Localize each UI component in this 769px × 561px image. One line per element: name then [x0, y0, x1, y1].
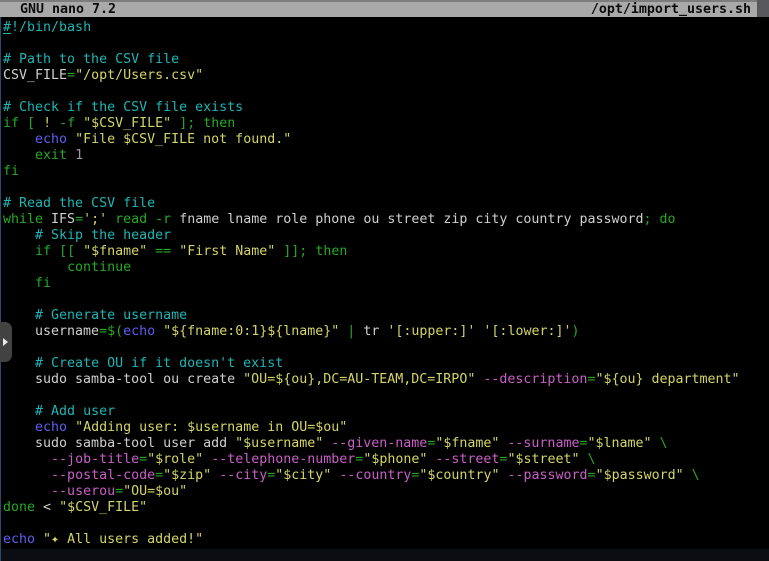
code-line — [3, 516, 757, 532]
code-line: # Add user — [3, 404, 757, 420]
code-line — [3, 180, 757, 196]
code-line: # Generate username — [3, 308, 757, 324]
code-line: echo "Adding user: $username in OU=$ou" — [3, 420, 757, 436]
code-line: # Read the CSV file — [3, 196, 757, 212]
bottom-strip — [0, 549, 769, 561]
code-line: # Path to the CSV file — [3, 52, 757, 68]
nano-titlebar: GNU nano 7.2 /opt/import_users.sh — [0, 0, 757, 17]
code-line: done < "$CSV_FILE" — [3, 500, 757, 516]
code-line: # Skip the header — [3, 228, 757, 244]
code-line: echo "File $CSV_FILE not found." — [3, 132, 757, 148]
code-line: sudo samba-tool user add "$username" --g… — [3, 436, 757, 452]
code-line — [3, 84, 757, 100]
code-line: exit 1 — [3, 148, 757, 164]
titlebar-corner — [757, 0, 769, 17]
code-line: username=$(echo "${fname:0:1}${lname}" |… — [3, 324, 757, 340]
app-title: GNU nano 7.2 — [0, 2, 116, 17]
code-line: fi — [3, 164, 757, 180]
code-line: --postal-code="$zip" --city="$city" --co… — [3, 468, 757, 484]
chevron-right-icon — [3, 338, 8, 346]
code-line: # Create OU if it doesn't exist — [3, 356, 757, 372]
code-line: while IFS=';' read -r fname lname role p… — [3, 212, 757, 228]
code-line — [3, 292, 757, 308]
code-line: continue — [3, 260, 757, 276]
code-line: CSV_FILE="/opt/Users.csv" — [3, 68, 757, 84]
code-line: sudo samba-tool ou create "OU=${ou},DC=A… — [3, 372, 757, 388]
code-line: fi — [3, 276, 757, 292]
code-line: echo "✦ All users added!" — [3, 532, 757, 548]
code-line: #!/bin/bash — [3, 20, 757, 36]
code-line: if [[ "$fname" == "First Name" ]]; then — [3, 244, 757, 260]
file-path: /opt/import_users.sh — [591, 2, 757, 17]
code-line: # Check if the CSV file exists — [3, 100, 757, 116]
code-line — [3, 388, 757, 404]
editor-buffer[interactable]: #!/bin/bash # Path to the CSV fileCSV_FIL… — [0, 17, 757, 549]
code-line — [3, 340, 757, 356]
terminal-window: GNU nano 7.2 /opt/import_users.sh #!/bin… — [0, 0, 769, 561]
panel-toggle-tab[interactable] — [0, 322, 12, 362]
code-line: --userou="OU=$ou" — [3, 484, 757, 500]
code-line: if [ ! -f "$CSV_FILE" ]; then — [3, 116, 757, 132]
code-line: --job-title="$role" --telephone-number="… — [3, 452, 757, 468]
code-line — [3, 36, 757, 52]
